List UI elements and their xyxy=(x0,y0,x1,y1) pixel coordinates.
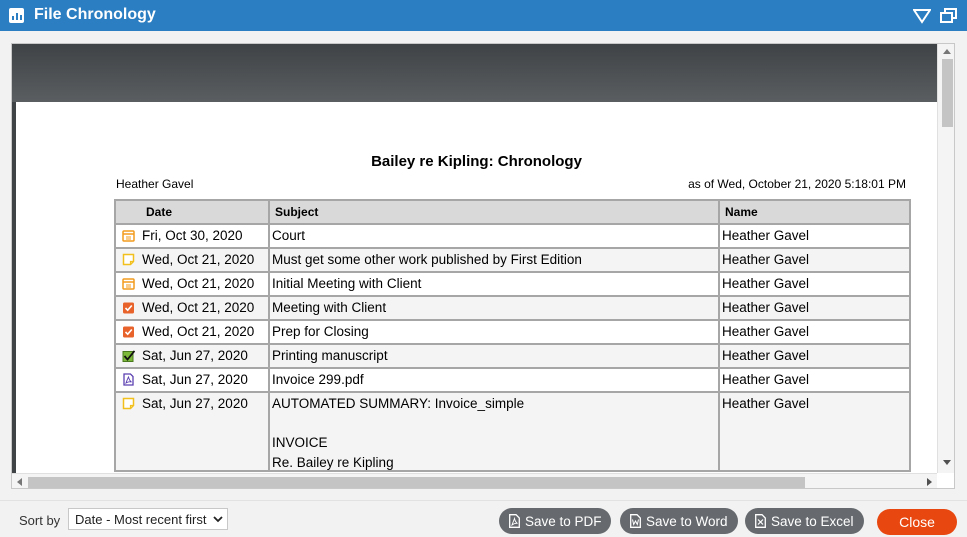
title-bar: File Chronology xyxy=(0,0,967,31)
report-viewer: Bailey re Kipling: Chronology Heather Ga… xyxy=(11,43,955,489)
window-title: File Chronology xyxy=(34,6,156,23)
row-subject: Prep for Closing xyxy=(268,319,721,345)
table-row[interactable]: Wed, Oct 21, 2020 Meeting with Client He… xyxy=(114,295,912,321)
report-page: Bailey re Kipling: Chronology Heather Ga… xyxy=(16,102,937,473)
table-row[interactable]: Wed, Oct 21, 2020 Must get some other wo… xyxy=(114,247,912,273)
scroll-down-icon[interactable] xyxy=(943,460,951,465)
completed-task-icon xyxy=(122,350,135,362)
note-icon xyxy=(122,397,134,410)
row-name: Heather Gavel xyxy=(718,343,912,369)
row-name: Heather Gavel xyxy=(718,295,912,321)
row-date: Sat, Jun 27, 2020 xyxy=(140,343,271,369)
table-row[interactable]: Sat, Jun 27, 2020 AUTOMATED SUMMARY: Inv… xyxy=(114,391,912,472)
row-date: Wed, Oct 21, 2020 xyxy=(140,295,271,321)
row-subject: Meeting with Client xyxy=(268,295,721,321)
excel-file-icon xyxy=(755,514,766,528)
chronology-table: Date Subject Name Fri, Oct 30, 2020 Cour… xyxy=(113,199,912,472)
row-name: Heather Gavel xyxy=(718,271,912,297)
save-to-word-button[interactable]: Save to Word xyxy=(620,508,738,534)
report-as-of: as of Wed, October 21, 2020 5:18:01 PM xyxy=(688,177,906,191)
note-icon xyxy=(122,253,134,266)
row-subject: Invoice 299.pdf xyxy=(268,367,721,393)
column-header-date[interactable]: Date xyxy=(113,199,271,225)
table-row[interactable]: Fri, Oct 30, 2020 Court Heather Gavel xyxy=(114,223,912,249)
table-header-row: Date Subject Name xyxy=(113,199,912,225)
column-header-name[interactable]: Name xyxy=(718,199,912,225)
save-to-excel-button[interactable]: Save to Excel xyxy=(745,508,864,534)
scroll-up-icon[interactable] xyxy=(943,49,951,54)
restore-window-icon[interactable] xyxy=(940,8,958,24)
sort-by-value: Date - Most recent first xyxy=(75,512,207,527)
row-name: Heather Gavel xyxy=(718,319,912,345)
dropdown-menu-icon[interactable] xyxy=(913,8,931,24)
sort-by-label: Sort by xyxy=(19,513,61,528)
row-subject: Court xyxy=(268,223,721,249)
row-date: Sat, Jun 27, 2020 xyxy=(140,367,271,393)
row-name: Heather Gavel xyxy=(718,247,912,273)
calendar-icon xyxy=(121,230,135,242)
row-date: Wed, Oct 21, 2020 xyxy=(140,247,271,273)
row-subject: AUTOMATED SUMMARY: Invoice_simple INVOIC… xyxy=(268,391,721,472)
row-subject-line: AUTOMATED SUMMARY: Invoice_simple xyxy=(272,396,525,411)
row-date: Sat, Jun 27, 2020 xyxy=(140,391,271,472)
report-user: Heather Gavel xyxy=(116,177,194,191)
task-icon xyxy=(122,302,134,314)
row-date: Fri, Oct 30, 2020 xyxy=(140,223,271,249)
scroll-left-icon[interactable] xyxy=(17,478,22,486)
row-subject: Initial Meeting with Client xyxy=(268,271,721,297)
save-to-excel-label: Save to Excel xyxy=(771,513,854,529)
chevron-down-icon xyxy=(213,516,223,523)
sort-by-select[interactable]: Date - Most recent first xyxy=(68,508,228,530)
pdf-icon xyxy=(122,373,134,386)
table-row[interactable]: Wed, Oct 21, 2020 Prep for Closing Heath… xyxy=(114,319,912,345)
horizontal-scrollbar[interactable] xyxy=(12,473,937,488)
row-date: Wed, Oct 21, 2020 xyxy=(140,271,271,297)
table-row[interactable]: Sat, Jun 27, 2020 Invoice 299.pdf Heathe… xyxy=(114,367,912,393)
row-name: Heather Gavel xyxy=(718,367,912,393)
word-file-icon xyxy=(630,514,641,528)
table-row[interactable]: Wed, Oct 21, 2020 Initial Meeting with C… xyxy=(114,271,912,297)
vertical-scroll-thumb[interactable] xyxy=(942,59,953,127)
save-to-pdf-button[interactable]: Save to PDF xyxy=(499,508,611,534)
viewer-header-band xyxy=(12,44,937,102)
calendar-icon xyxy=(121,278,135,290)
task-icon xyxy=(122,326,134,338)
table-row[interactable]: Sat, Jun 27, 2020 Printing manuscript He… xyxy=(114,343,912,369)
report-title: Bailey re Kipling: Chronology xyxy=(371,153,582,170)
row-date: Wed, Oct 21, 2020 xyxy=(140,319,271,345)
row-name: Heather Gavel xyxy=(718,391,912,472)
scroll-right-icon[interactable] xyxy=(927,478,932,486)
pdf-file-icon xyxy=(509,514,520,528)
row-subject-line: INVOICE xyxy=(272,435,328,450)
chart-icon xyxy=(9,8,24,23)
close-button[interactable]: Close xyxy=(877,509,957,535)
footer-bar: Sort by Date - Most recent first Save to… xyxy=(0,500,967,537)
save-to-word-label: Save to Word xyxy=(646,513,728,529)
save-to-pdf-label: Save to PDF xyxy=(525,513,602,529)
column-header-subject[interactable]: Subject xyxy=(268,199,721,225)
row-subject: Must get some other work published by Fi… xyxy=(268,247,721,273)
horizontal-scroll-thumb[interactable] xyxy=(28,477,805,488)
row-subject: Printing manuscript xyxy=(268,343,721,369)
row-name: Heather Gavel xyxy=(718,223,912,249)
row-subject-line: Re. Bailey re Kipling xyxy=(272,455,394,470)
vertical-scrollbar[interactable] xyxy=(937,44,954,473)
file-chronology-window: File Chronology Bailey re Kipling: Chron… xyxy=(0,0,967,537)
